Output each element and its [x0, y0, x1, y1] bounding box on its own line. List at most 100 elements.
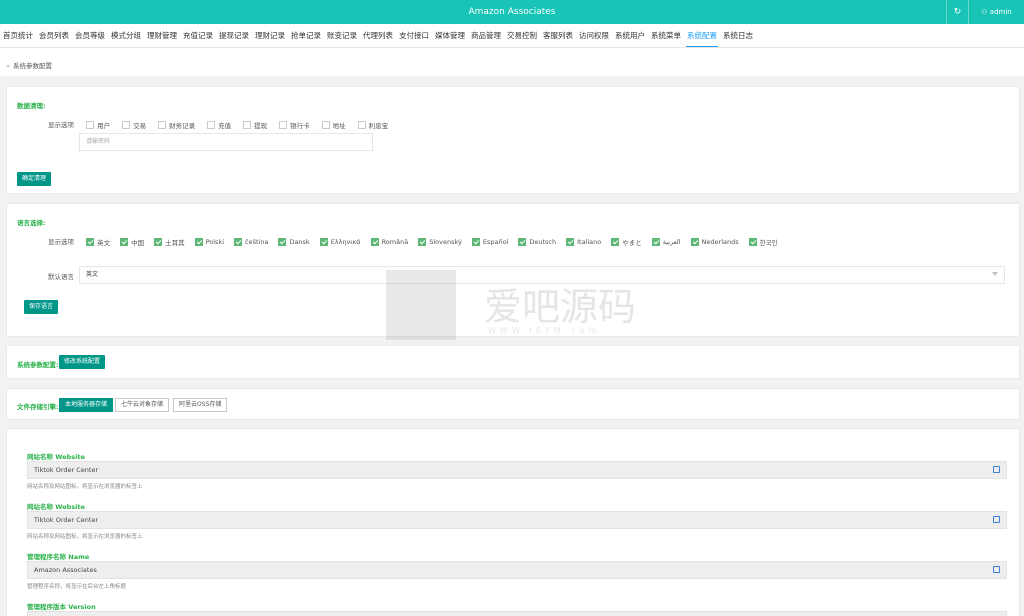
clean-option[interactable]: 提现 — [243, 120, 267, 130]
checkbox[interactable] — [279, 121, 288, 129]
clean-option[interactable]: 用户 — [86, 120, 110, 130]
nav-item[interactable]: 交易控制 — [504, 24, 540, 47]
checkbox-checked[interactable] — [418, 238, 427, 246]
checkbox-checked[interactable] — [154, 238, 163, 246]
refresh-icon[interactable]: ↻ — [946, 0, 968, 24]
nav-item[interactable]: 充值记录 — [180, 24, 216, 47]
language-option[interactable]: やまと — [611, 237, 642, 247]
language-option[interactable]: 한국인 — [748, 237, 778, 247]
checkbox[interactable] — [243, 121, 252, 129]
language-option[interactable]: Polski — [194, 238, 225, 246]
language-option[interactable]: čeština — [234, 238, 268, 246]
checkbox[interactable] — [122, 121, 131, 129]
password-input[interactable]: 请输密码 — [79, 133, 373, 151]
language-option[interactable]: Ελληνικά — [319, 238, 361, 246]
data-clean-title: 数据清理: — [17, 102, 46, 110]
field-help: 管理程序名称，将显示在后台左上角标题 — [27, 584, 127, 590]
checkbox-checked[interactable] — [86, 238, 95, 246]
language-option[interactable]: Slovenský — [418, 238, 462, 246]
clean-option-label: 提现 — [254, 122, 268, 130]
field-label: 网站名称 Website — [27, 503, 85, 511]
language-option[interactable]: Italiano — [566, 238, 601, 246]
checkbox-checked[interactable] — [690, 238, 699, 246]
save-language-button[interactable]: 保存语言 — [24, 300, 59, 314]
field-input[interactable] — [27, 611, 1007, 616]
checkbox[interactable] — [158, 121, 167, 129]
checkbox-checked[interactable] — [319, 238, 328, 246]
checkbox-checked[interactable] — [566, 238, 575, 246]
nav-item[interactable]: 支付接口 — [396, 24, 432, 47]
default-language-label: 默认语言 — [48, 273, 74, 281]
nav-item[interactable]: 理财管理 — [144, 24, 180, 47]
upload-icon[interactable] — [993, 566, 1000, 573]
nav-item[interactable]: 商品管理 — [468, 24, 504, 47]
language-option-label: Polski — [205, 238, 225, 246]
language-option-label: Nederlands — [701, 238, 739, 246]
nav-item[interactable]: 理财记录 — [252, 24, 288, 47]
nav-item[interactable]: 提现记录 — [216, 24, 252, 47]
confirm-clean-button[interactable]: 确定清理 — [17, 172, 52, 186]
language-option-label: Español — [482, 238, 509, 246]
language-option-label: Dansk — [289, 238, 310, 246]
language-option[interactable]: Deutsch — [518, 238, 556, 246]
checkbox-checked[interactable] — [611, 238, 620, 246]
language-option[interactable]: 土耳其 — [154, 237, 185, 247]
nav-item[interactable]: 系统菜单 — [648, 24, 684, 47]
nav-item[interactable]: 会员列表 — [36, 24, 72, 47]
upload-icon[interactable] — [993, 466, 1000, 473]
modify-config-button[interactable]: 修改系统配置 — [59, 355, 106, 369]
language-option[interactable]: 英文 — [86, 237, 110, 247]
clean-option[interactable]: 充值 — [207, 120, 231, 130]
nav-item[interactable]: 访问权限 — [576, 24, 612, 47]
field-input[interactable]: Tiktok Order Center — [27, 461, 1007, 479]
nav-item[interactable]: 会员等级 — [72, 24, 108, 47]
language-option[interactable]: Română — [370, 238, 408, 246]
checkbox-checked[interactable] — [518, 238, 527, 246]
checkbox[interactable] — [86, 121, 95, 129]
nav-item[interactable]: 客服列表 — [540, 24, 576, 47]
checkbox-checked[interactable] — [120, 238, 129, 246]
checkbox[interactable] — [207, 121, 216, 129]
clean-option[interactable]: 地址 — [321, 120, 346, 130]
checkbox-checked[interactable] — [748, 238, 757, 246]
field-input[interactable]: Tiktok Order Center — [27, 511, 1007, 529]
checkbox-checked[interactable] — [651, 238, 660, 246]
watermark-text: 爱吧源码 — [484, 285, 637, 329]
data-clean-panel: 数据清理: 显示选项 用户 交易 财务记录 充值 提现 银行卡 地址 利息宝 请输密码 确定清… — [6, 86, 1020, 194]
language-option[interactable]: العربية — [651, 238, 681, 246]
checkbox-checked[interactable] — [370, 238, 379, 246]
checkbox-checked[interactable] — [471, 238, 480, 246]
checkbox-checked[interactable] — [234, 238, 243, 246]
nav-item[interactable]: 代理列表 — [360, 24, 396, 47]
clean-option[interactable]: 财务记录 — [158, 120, 195, 130]
nav-item[interactable]: 模式分组 — [108, 24, 144, 47]
user-menu[interactable]: ⚇ admin — [968, 0, 1024, 24]
nav-item[interactable]: 首页统计 — [0, 24, 36, 47]
storage-option[interactable]: 本地服务器存储 — [59, 398, 114, 412]
user-icon: ⚇ — [981, 8, 990, 16]
checkbox-checked[interactable] — [278, 238, 287, 246]
clean-option[interactable]: 银行卡 — [279, 120, 310, 130]
clean-option[interactable]: 利息宝 — [357, 120, 388, 130]
storage-option[interactable]: 七牛云对象存储 — [115, 398, 170, 412]
field-input[interactable]: Amazon Associates — [27, 561, 1007, 579]
upload-icon[interactable] — [993, 516, 1000, 523]
breadcrumb: » 系统参数配置 — [0, 48, 1024, 76]
nav-item[interactable]: 系统配置 — [684, 24, 720, 47]
language-option[interactable]: Español — [471, 238, 509, 246]
nav-item[interactable]: 系统用户 — [612, 24, 648, 47]
checkbox-checked[interactable] — [194, 238, 203, 246]
checkbox[interactable] — [357, 121, 366, 129]
language-option[interactable]: Nederlands — [690, 238, 739, 246]
nav-item[interactable]: 媒体管理 — [432, 24, 468, 47]
nav-item[interactable]: 账变记录 — [324, 24, 360, 47]
checkbox[interactable] — [321, 121, 330, 129]
clean-option[interactable]: 交易 — [122, 120, 146, 130]
language-option[interactable]: 中国 — [120, 237, 144, 247]
language-option[interactable]: Dansk — [278, 238, 310, 246]
nav-item[interactable]: 系统日志 — [720, 24, 756, 47]
data-clean-options: 显示选项 用户 交易 财务记录 充值 提现 银行卡 地址 利息宝 — [48, 119, 400, 130]
clean-option-label: 财务记录 — [169, 122, 196, 130]
nav-item[interactable]: 抢单记录 — [288, 24, 324, 47]
storage-option[interactable]: 阿里云OSS存储 — [173, 398, 228, 412]
